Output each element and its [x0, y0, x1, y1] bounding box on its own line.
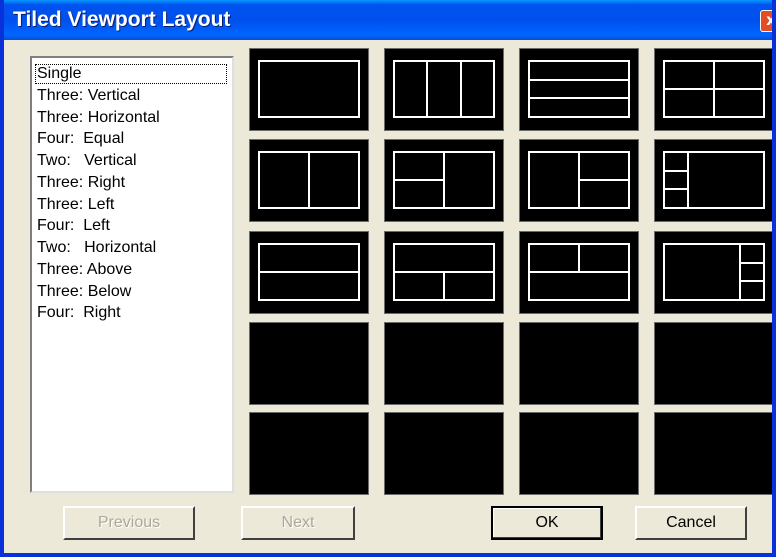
two-vertical-layout-icon	[258, 151, 360, 209]
ok-button[interactable]: OK	[491, 506, 603, 540]
list-item[interactable]: Four: Left	[37, 216, 110, 236]
two-horizontal-layout-icon	[258, 243, 360, 301]
four-right-layout-icon	[663, 243, 765, 301]
empty-preview-tile	[654, 322, 772, 405]
previous-button[interactable]: Previous	[63, 506, 195, 540]
three-above-layout-icon	[393, 243, 495, 301]
empty-preview-tile	[384, 322, 504, 405]
previous-button-label: Previous	[97, 514, 161, 531]
four-left-layout-icon	[663, 151, 765, 209]
close-button[interactable]: x	[760, 10, 776, 32]
preview-tile[interactable]	[519, 231, 639, 314]
list-item[interactable]: Three: Below	[37, 282, 131, 302]
dialog-window: Tiled Viewport Layout x Single Three: Ve…	[0, 0, 776, 557]
empty-preview-tile	[249, 412, 369, 495]
three-right-layout-icon	[393, 151, 495, 209]
single-layout-icon	[258, 60, 360, 118]
preview-tile[interactable]	[249, 139, 369, 222]
preview-tile[interactable]	[384, 48, 504, 131]
list-item[interactable]: Four: Equal	[37, 129, 124, 149]
empty-preview-tile	[654, 412, 772, 495]
empty-preview-tile	[519, 412, 639, 495]
list-item[interactable]: Single	[35, 64, 227, 84]
preview-tile[interactable]	[654, 139, 772, 222]
empty-preview-tile	[249, 322, 369, 405]
list-item[interactable]: Four: Right	[37, 303, 121, 323]
list-item[interactable]: Three: Above	[37, 260, 132, 280]
preview-tile[interactable]	[249, 48, 369, 131]
close-icon: x	[766, 11, 776, 29]
list-item[interactable]: Two: Horizontal	[37, 238, 156, 258]
list-item[interactable]: Three: Vertical	[37, 86, 140, 106]
empty-preview-tile	[519, 322, 639, 405]
next-button[interactable]: Next	[241, 506, 355, 540]
title-bar[interactable]: Tiled Viewport Layout x	[4, 0, 772, 40]
empty-preview-tile	[384, 412, 504, 495]
layout-listbox[interactable]: Single Three: Vertical Three: Horizontal…	[30, 56, 234, 493]
list-item[interactable]: Three: Horizontal	[37, 108, 160, 128]
preview-tile[interactable]	[654, 231, 772, 314]
next-button-label: Next	[281, 514, 315, 531]
dialog-title: Tiled Viewport Layout	[13, 8, 231, 31]
preview-tile[interactable]	[519, 139, 639, 222]
list-item[interactable]: Three: Left	[37, 195, 114, 215]
list-item[interactable]: Three: Right	[37, 173, 125, 193]
preview-tile[interactable]	[654, 48, 772, 131]
three-vertical-layout-icon	[393, 60, 495, 118]
three-horizontal-layout-icon	[528, 60, 630, 118]
preview-tile[interactable]	[384, 139, 504, 222]
four-equal-layout-icon	[663, 60, 765, 118]
ok-button-label: OK	[535, 514, 559, 531]
three-below-layout-icon	[528, 243, 630, 301]
list-item[interactable]: Two: Vertical	[37, 151, 137, 171]
cancel-button[interactable]: Cancel	[635, 506, 747, 540]
preview-tile[interactable]	[519, 48, 639, 131]
cancel-button-label: Cancel	[666, 514, 716, 531]
preview-tile[interactable]	[384, 231, 504, 314]
three-left-layout-icon	[528, 151, 630, 209]
preview-tile[interactable]	[249, 231, 369, 314]
